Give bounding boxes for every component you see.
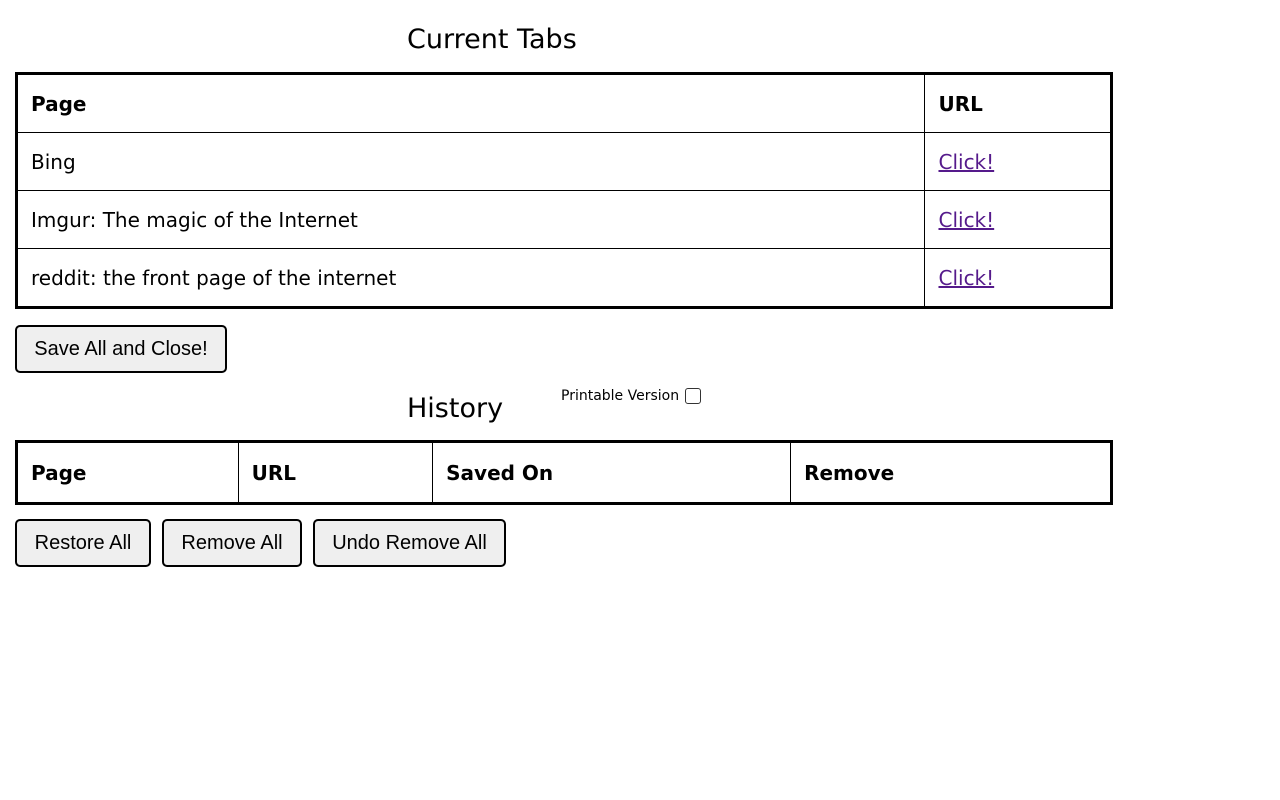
printable-version-checkbox[interactable] bbox=[685, 388, 702, 404]
history-title: History bbox=[407, 393, 504, 424]
printable-version-label: Printable Version bbox=[561, 388, 680, 404]
url-cell: Click! bbox=[924, 248, 1112, 308]
table-header-row: Page URL Saved On Remove bbox=[16, 441, 1112, 504]
table-row: reddit: the front page of the internet C… bbox=[15, 248, 1112, 308]
table-row: Imgur: The magic of the Internet Click! bbox=[15, 190, 1112, 249]
url-cell: Click! bbox=[924, 132, 1112, 191]
printable-version-toggle[interactable]: Printable Version bbox=[561, 388, 702, 404]
open-tab-link[interactable]: Click! bbox=[938, 150, 994, 174]
remove-all-button[interactable]: Remove All bbox=[162, 519, 302, 567]
url-column-header: URL bbox=[924, 73, 1112, 133]
table-row: Bing Click! bbox=[15, 132, 1112, 191]
open-tab-link[interactable]: Click! bbox=[938, 208, 994, 232]
current-tabs-table: Page URL Bing Click! Imgur: The magic of… bbox=[15, 72, 1113, 309]
page-column-header: Page bbox=[16, 441, 239, 504]
url-column-header: URL bbox=[237, 441, 434, 504]
url-cell: Click! bbox=[924, 190, 1112, 249]
open-tab-link[interactable]: Click! bbox=[938, 266, 994, 290]
page-title-cell: reddit: the front page of the internet bbox=[15, 248, 926, 308]
table-header-row: Page URL bbox=[15, 73, 1112, 133]
current-tabs-title: Current Tabs bbox=[407, 24, 577, 55]
page-title-cell: Imgur: The magic of the Internet bbox=[15, 190, 926, 249]
saved-on-column-header: Saved On bbox=[432, 441, 792, 504]
page-title-cell: Bing bbox=[15, 132, 926, 191]
remove-column-header: Remove bbox=[790, 441, 1112, 504]
page-column-header: Page bbox=[15, 73, 926, 133]
history-table: Page URL Saved On Remove bbox=[15, 440, 1113, 505]
save-all-and-close-button[interactable]: Save All and Close! bbox=[15, 325, 227, 373]
undo-remove-all-button[interactable]: Undo Remove All bbox=[313, 519, 506, 567]
restore-all-button[interactable]: Restore All bbox=[15, 519, 151, 567]
